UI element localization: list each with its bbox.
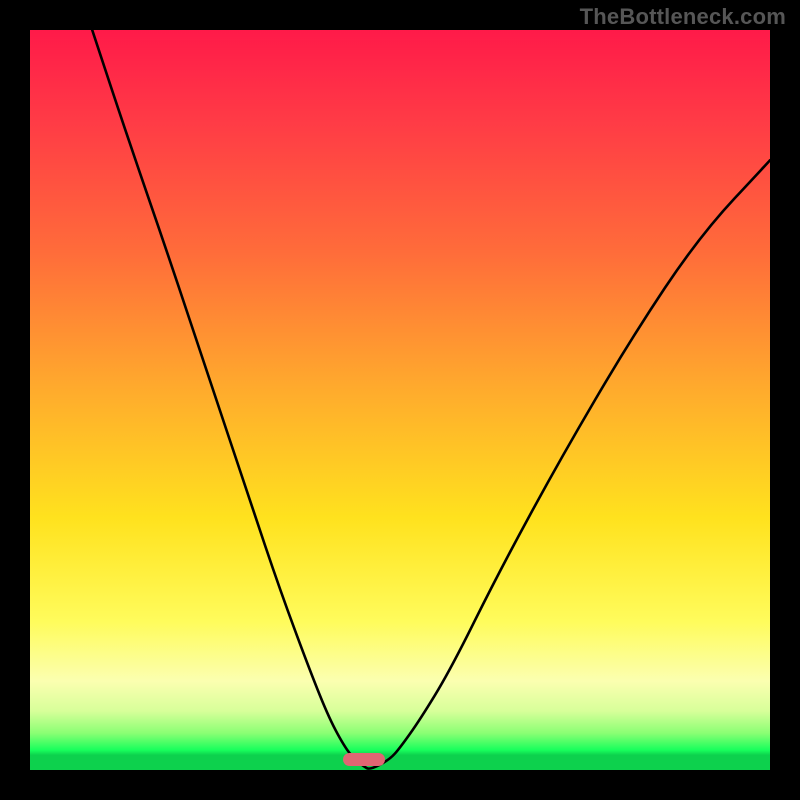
bottleneck-curve	[92, 30, 770, 769]
trough-marker	[343, 753, 385, 766]
watermark-text: TheBottleneck.com	[580, 4, 786, 30]
chart-frame: TheBottleneck.com	[0, 0, 800, 800]
curve-layer	[30, 30, 770, 770]
plot-area	[30, 30, 770, 770]
